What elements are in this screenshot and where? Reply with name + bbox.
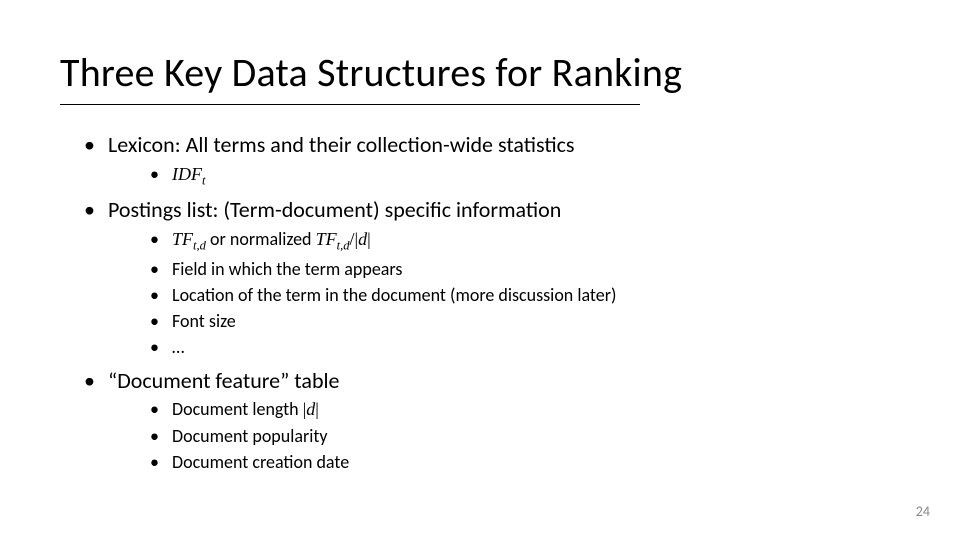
sub-field: Field in which the term appears: [148, 257, 880, 281]
slide-body: Lexicon: All terms and their collection-…: [80, 130, 880, 480]
idf-base: IDF: [172, 164, 202, 184]
title-underline: [60, 104, 640, 105]
lexicon-sublist: IDFt: [108, 162, 880, 190]
sub-doclen: Document length |d|: [148, 397, 880, 421]
sub-docpop: Document popularity: [148, 424, 880, 448]
postings-sublist: TFt,d or normalized TFt,d/|d| Field in w…: [108, 227, 880, 360]
tf-sub1: t,d: [193, 239, 206, 253]
bullet-list-level1: Lexicon: All terms and their collection-…: [80, 130, 880, 474]
sub-docdate: Document creation date: [148, 450, 880, 474]
bullet-lexicon-rest: All terms and their collection-wide stat…: [186, 131, 575, 158]
bullet-docfeat-label: “Document feature” table: [108, 367, 340, 394]
idf-sub: t: [202, 173, 206, 187]
sub-location: Location of the term in the document (mo…: [148, 283, 880, 307]
sub-tf: TFt,d or normalized TFt,d/|d|: [148, 227, 880, 255]
bullet-postings-rest: (Term-document) specific information: [223, 196, 561, 223]
tf-base1: TF: [172, 229, 193, 249]
tf-base2: TF: [316, 229, 337, 249]
slide-title: Three Key Data Structures for Ranking: [60, 48, 682, 97]
sub-idf: IDFt: [148, 162, 880, 190]
sub-font-size: Font size: [148, 309, 880, 333]
bullet-postings-prefix: Postings list:: [108, 196, 223, 223]
docfeat-sublist: Document length |d| Document popularity …: [108, 397, 880, 474]
page-number: 24: [916, 503, 930, 520]
bullet-lexicon-prefix: Lexicon:: [108, 131, 186, 158]
bullet-docfeat: “Document feature” table Document length…: [80, 366, 880, 475]
slide: Three Key Data Structures for Ranking Le…: [0, 0, 960, 540]
bullet-lexicon: Lexicon: All terms and their collection-…: [80, 130, 880, 189]
sub-ellipsis: …: [148, 335, 880, 359]
doclen-prefix: Document length: [172, 398, 303, 420]
bullet-postings: Postings list: (Term-document) specific …: [80, 195, 880, 359]
tf-bar-d: |d|: [355, 229, 371, 249]
tf-or-norm: or normalized: [206, 228, 316, 250]
doclen-bar-d: |d|: [303, 399, 319, 419]
tf-sub2: t,d: [337, 239, 350, 253]
